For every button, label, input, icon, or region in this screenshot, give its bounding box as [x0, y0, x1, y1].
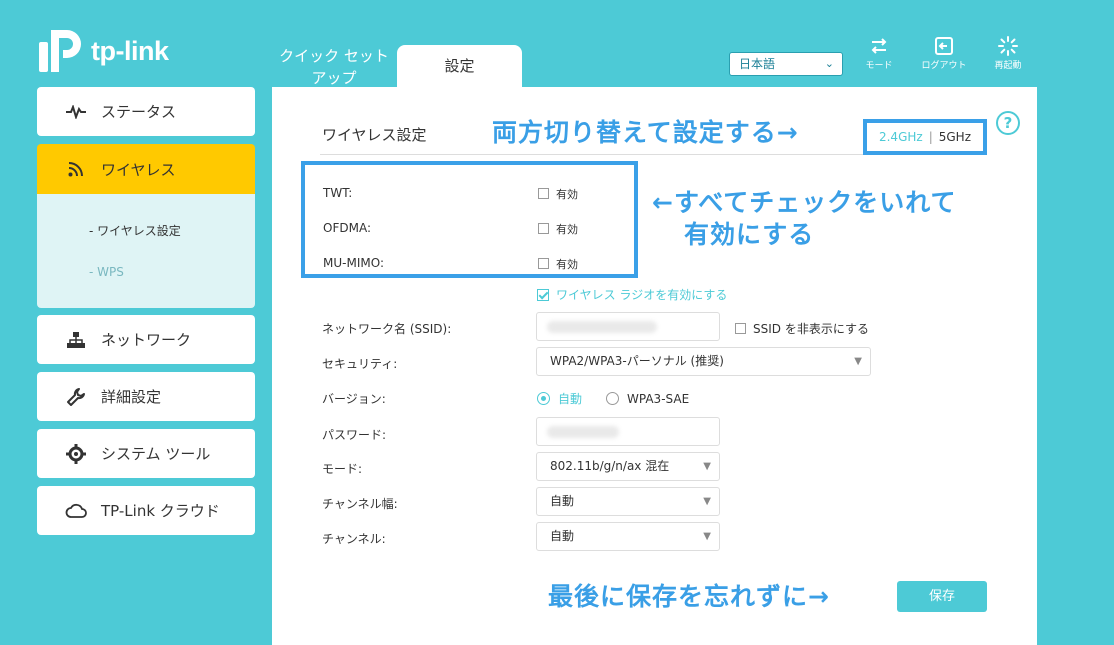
- band-toggle: 2.4GHz | 5GHz: [863, 119, 987, 155]
- mode-icon: [871, 38, 887, 54]
- enable-radio-checkbox[interactable]: ワイヤレス ラジオを有効にする: [537, 286, 727, 303]
- sidebar-item-label: ネットワーク: [101, 331, 192, 349]
- ofdma-label: OFDMA:: [323, 221, 371, 235]
- ofdma-checkbox[interactable]: [538, 223, 549, 234]
- language-select[interactable]: 日本語 ⌄: [729, 52, 843, 76]
- logo-wordmark: tp-link: [91, 35, 169, 66]
- version-auto-label: 自動: [558, 392, 583, 406]
- channel-value: 自動: [550, 529, 575, 543]
- chevron-down-icon: ▼: [703, 461, 711, 472]
- sidebar-item-label: ステータス: [101, 103, 177, 121]
- logout-icon: [935, 37, 953, 55]
- feature-highlight-box: TWT: 有効 OFDMA: 有効 MU-MIMO: 有効: [301, 161, 638, 278]
- mu-mimo-checkbox[interactable]: [538, 258, 549, 269]
- wifi-icon: [65, 158, 87, 180]
- chevron-down-icon: ▼: [703, 496, 711, 507]
- security-value: WPA2/WPA3-パーソナル (推奨): [550, 354, 724, 368]
- cloud-icon: [65, 500, 87, 522]
- sidebar-item-advanced[interactable]: 詳細設定: [37, 372, 255, 421]
- version-sae-radio[interactable]: [606, 392, 620, 405]
- chevron-down-icon: ⌄: [824, 57, 834, 70]
- sidebar-item-system-tools[interactable]: システム ツール: [37, 429, 255, 478]
- logout-button[interactable]: ログアウト: [919, 36, 969, 71]
- annotation-band: 両方切り替えて設定する→: [492, 118, 799, 147]
- tp-link-logo: tp-link: [37, 26, 169, 76]
- mode-value: 802.11b/g/n/ax 混在: [550, 459, 670, 473]
- submenu-item-wps[interactable]: - WPS: [89, 265, 124, 279]
- annotation-save: 最後に保存を忘れずに→: [548, 582, 830, 611]
- sidebar-item-label: 詳細設定: [101, 388, 162, 406]
- ssid-label: ネットワーク名 (SSID):: [322, 322, 452, 336]
- sidebar-item-network[interactable]: ネットワーク: [37, 315, 255, 364]
- mode-select[interactable]: 802.11b/g/n/ax 混在 ▼: [536, 452, 720, 481]
- security-label: セキュリティ:: [322, 357, 398, 371]
- version-label: バージョン:: [322, 392, 386, 406]
- wireless-settings-panel: ワイヤレス設定 両方切り替えて設定する→ 2.4GHz | 5GHz ? TWT: …: [272, 87, 1037, 645]
- tab-settings[interactable]: 設定: [397, 45, 522, 88]
- chevron-down-icon: ▼: [703, 531, 711, 542]
- gear-icon: [65, 443, 87, 465]
- mu-mimo-checkbox-label: 有効: [556, 258, 578, 271]
- sidebar-item-status[interactable]: ステータス: [37, 87, 255, 136]
- annotation-features-line1: ←すべてチェックをいれて: [652, 188, 957, 217]
- page-title: ワイヤレス設定: [322, 126, 427, 144]
- channel-label: チャンネル:: [322, 532, 386, 546]
- mode-button[interactable]: モード: [854, 36, 904, 71]
- blurred-value: [547, 321, 657, 333]
- pulse-icon: [65, 101, 87, 123]
- reboot-label: 再起動: [994, 61, 1022, 71]
- password-label: パスワード:: [322, 428, 387, 442]
- channel-width-select[interactable]: 自動 ▼: [536, 487, 720, 516]
- ssid-input[interactable]: [536, 312, 720, 341]
- reboot-button[interactable]: 再起動: [983, 36, 1033, 71]
- band-2-4ghz[interactable]: 2.4GHz: [879, 130, 923, 144]
- mu-mimo-label: MU-MIMO:: [323, 256, 384, 270]
- checkbox-empty-icon: [735, 323, 746, 334]
- twt-label: TWT:: [323, 186, 353, 200]
- language-value: 日本語: [739, 57, 776, 71]
- hide-ssid-label: SSID を非表示にする: [753, 322, 869, 336]
- help-icon[interactable]: ?: [996, 111, 1020, 135]
- submenu-item-wireless-settings[interactable]: - ワイヤレス設定: [89, 222, 181, 239]
- blurred-value: [547, 426, 619, 438]
- band-5ghz[interactable]: 5GHz: [939, 130, 971, 144]
- security-select[interactable]: WPA2/WPA3-パーソナル (推奨) ▼: [536, 347, 871, 376]
- twt-checkbox[interactable]: [538, 188, 549, 199]
- version-sae-label: WPA3-SAE: [627, 391, 690, 406]
- enable-radio-label: ワイヤレス ラジオを有効にする: [556, 288, 728, 302]
- version-radio-group: 自動 WPA3-SAE: [537, 390, 689, 407]
- annotation-features-line2: 有効にする: [684, 220, 815, 249]
- chevron-down-icon: ▼: [854, 356, 862, 367]
- checkbox-checked-icon: [537, 288, 549, 301]
- reboot-icon: [998, 36, 1018, 56]
- logout-label: ログアウト: [921, 61, 967, 71]
- tab-quick-setup[interactable]: クイック セット アップ: [270, 45, 398, 88]
- band-separator: |: [928, 130, 933, 144]
- channel-width-value: 自動: [550, 494, 575, 508]
- wireless-submenu: - ワイヤレス設定 - WPS: [37, 194, 255, 308]
- mode-label: モード: [865, 61, 893, 71]
- password-input[interactable]: [536, 417, 720, 446]
- version-auto-radio[interactable]: [537, 392, 550, 405]
- wrench-icon: [65, 386, 87, 408]
- sidebar-item-label: ワイヤレス: [101, 160, 176, 179]
- sidebar-item-label: TP-Link クラウド: [101, 502, 220, 520]
- save-button[interactable]: 保存: [897, 581, 987, 612]
- channel-select[interactable]: 自動 ▼: [536, 522, 720, 551]
- sidebar-item-cloud[interactable]: TP-Link クラウド: [37, 486, 255, 535]
- tp-link-logo-icon: [39, 30, 81, 72]
- channel-width-label: チャンネル幅:: [322, 497, 398, 511]
- network-icon: [65, 329, 87, 351]
- twt-checkbox-label: 有効: [556, 188, 578, 201]
- ofdma-checkbox-label: 有効: [556, 223, 578, 236]
- sidebar-item-label: システム ツール: [101, 445, 211, 463]
- hide-ssid-checkbox[interactable]: SSID を非表示にする: [735, 320, 869, 337]
- mode-label: モード:: [322, 462, 363, 476]
- sidebar-item-wireless[interactable]: ワイヤレス: [37, 144, 255, 194]
